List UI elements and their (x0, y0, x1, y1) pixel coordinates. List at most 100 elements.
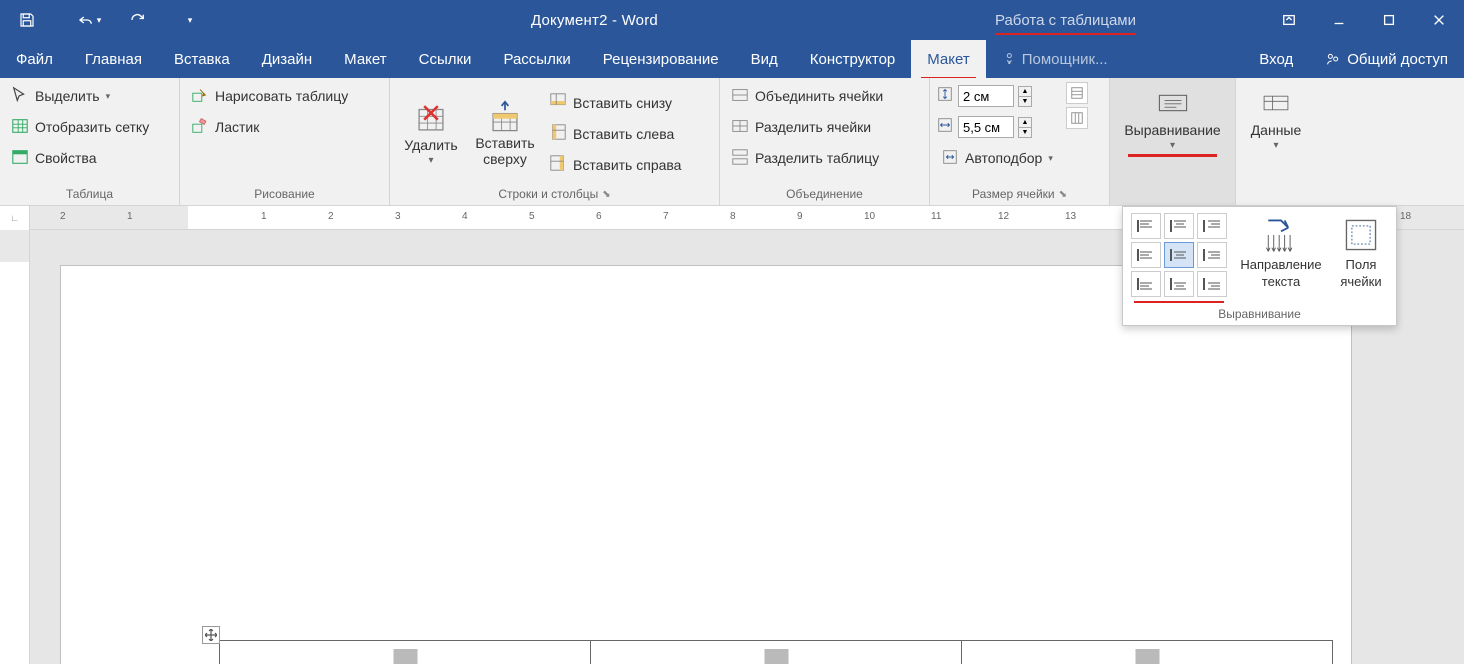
separator (55, 10, 56, 30)
tab-table-design[interactable]: Конструктор (794, 40, 912, 78)
align-mid-left[interactable] (1131, 242, 1161, 268)
cursor-icon (11, 86, 29, 107)
insert-right-icon (549, 154, 567, 175)
ruler-corner: ∟ (0, 206, 30, 230)
ribbon: Выделить ▾ Отобразить сетку Свойства Таб… (0, 78, 1464, 206)
row-height-input[interactable] (958, 85, 1014, 107)
col-width-input[interactable] (958, 116, 1014, 138)
minimize-button[interactable] (1314, 0, 1364, 40)
titlebar-right: Работа с таблицами (977, 0, 1464, 40)
ruler-vertical[interactable] (0, 230, 30, 664)
group-data-label (1242, 185, 1310, 203)
group-data: Данные ▾ (1236, 78, 1316, 205)
merge-cells-button[interactable]: Объединить ячейки (726, 82, 888, 110)
draw-table-button[interactable]: Нарисовать таблицу (186, 82, 353, 110)
tab-references[interactable]: Ссылки (403, 40, 488, 78)
align-top-left[interactable] (1131, 213, 1161, 239)
properties-label: Свойства (35, 150, 96, 166)
group-table: Выделить ▾ Отобразить сетку Свойства Таб… (0, 78, 180, 205)
align-bot-center[interactable] (1164, 271, 1194, 297)
group-draw-label: Рисование (186, 185, 383, 203)
split-table-button[interactable]: Разделить таблицу (726, 144, 888, 172)
table-header-cell[interactable]: Фигура (220, 641, 591, 664)
group-rows-cols: Удалить ▾ Вставить сверху Вставить снизу… (390, 78, 720, 205)
tab-design[interactable]: Дизайн (246, 40, 328, 78)
align-top-center[interactable] (1164, 213, 1194, 239)
quick-access-toolbar: ▾ ▾ (0, 0, 212, 40)
pencil-icon (191, 86, 209, 107)
cell-margins-label2: ячейки (1340, 274, 1381, 289)
red-underline (1134, 301, 1224, 303)
insert-below-button[interactable]: Вставить снизу (544, 89, 686, 117)
maximize-button[interactable] (1364, 0, 1414, 40)
alignment-grid (1131, 213, 1227, 297)
text-direction-button[interactable]: Направление текста (1231, 213, 1331, 303)
tab-view[interactable]: Вид (735, 40, 794, 78)
insert-below-label: Вставить снизу (573, 95, 672, 111)
tab-table-layout[interactable]: Макет (911, 40, 985, 78)
redo-button[interactable] (119, 0, 157, 40)
share-button[interactable]: Общий доступ (1309, 40, 1464, 78)
undo-button[interactable]: ▾ (65, 0, 113, 40)
stepper-up[interactable]: ▲ (1018, 117, 1032, 128)
view-gridlines-button[interactable]: Отобразить сетку (6, 113, 154, 141)
tab-mailings[interactable]: Рассылки (487, 40, 586, 78)
align-mid-center[interactable] (1164, 242, 1194, 268)
alignment-dropdown-panel: Направление текста Поля ячейки Выравнива… (1122, 206, 1397, 326)
insert-left-label: Вставить слева (573, 126, 674, 142)
dialog-launcher-icon[interactable]: ⬊ (602, 189, 610, 200)
table-header-cell[interactable]: Ширина (591, 641, 962, 664)
tab-file[interactable]: Файл (0, 40, 69, 78)
tab-home[interactable]: Главная (69, 40, 158, 78)
merge-icon (731, 86, 749, 107)
distribute-rows-button[interactable] (1066, 82, 1088, 104)
insert-above-button[interactable]: Вставить сверху (470, 96, 540, 171)
align-top-right[interactable] (1197, 213, 1227, 239)
align-mid-right[interactable] (1197, 242, 1227, 268)
tellme-field[interactable]: Помощник... (986, 40, 1124, 78)
insert-below-icon (549, 92, 567, 113)
data-dropdown-button[interactable]: Данные ▾ (1242, 82, 1310, 155)
stepper-down[interactable]: ▼ (1018, 128, 1032, 138)
group-merge: Объединить ячейки Разделить ячейки Разде… (720, 78, 930, 205)
delete-button[interactable]: Удалить ▾ (396, 97, 466, 170)
group-cell-size: ▲▼ ▲▼ Автоподбор ▾ Размер ячейки⬊ (930, 78, 1110, 205)
select-button[interactable]: Выделить ▾ (6, 82, 154, 110)
data-label: Данные (1251, 122, 1302, 138)
qat-customize[interactable]: ▾ (176, 0, 204, 40)
split-label: Разделить ячейки (755, 119, 871, 135)
document-table[interactable]: Фигура Ширина Высота (219, 640, 1333, 664)
window-title: Документ2 - Word (212, 12, 977, 29)
insert-left-button[interactable]: Вставить слева (544, 120, 686, 148)
insert-right-button[interactable]: Вставить справа (544, 151, 686, 179)
split-table-label: Разделить таблицу (755, 150, 879, 166)
signin-button[interactable]: Вход (1243, 40, 1309, 78)
tab-layout[interactable]: Макет (328, 40, 402, 78)
align-bot-right[interactable] (1197, 271, 1227, 297)
autofit-button[interactable]: Автоподбор ▾ (936, 144, 1058, 172)
table-header-cell[interactable]: Высота (962, 641, 1333, 664)
split-cells-button[interactable]: Разделить ячейки (726, 113, 888, 141)
grid-icon (11, 117, 29, 138)
insert-above-label: Вставить сверху (472, 136, 538, 167)
cell-margins-button[interactable]: Поля ячейки (1335, 213, 1387, 303)
tab-review[interactable]: Рецензирование (587, 40, 735, 78)
close-button[interactable] (1414, 0, 1464, 40)
table-move-handle[interactable] (202, 626, 220, 644)
alignment-dropdown-button[interactable]: Выравнивание ▾ (1116, 82, 1229, 155)
stepper-up[interactable]: ▲ (1018, 86, 1032, 97)
properties-icon (11, 148, 29, 169)
group-align-label (1116, 185, 1229, 203)
properties-button[interactable]: Свойства (6, 144, 154, 172)
tab-insert[interactable]: Вставка (158, 40, 246, 78)
save-button[interactable] (8, 0, 46, 40)
text-direction-label1: Направление (1240, 257, 1321, 272)
alignment-label: Выравнивание (1124, 122, 1220, 138)
eraser-button[interactable]: Ластик (186, 113, 353, 141)
stepper-down[interactable]: ▼ (1018, 97, 1032, 107)
align-bot-left[interactable] (1131, 271, 1161, 297)
dialog-launcher-icon[interactable]: ⬊ (1059, 189, 1067, 200)
distribute-cols-button[interactable] (1066, 107, 1088, 129)
ribbon-options-button[interactable] (1264, 0, 1314, 40)
split-table-icon (731, 148, 749, 169)
